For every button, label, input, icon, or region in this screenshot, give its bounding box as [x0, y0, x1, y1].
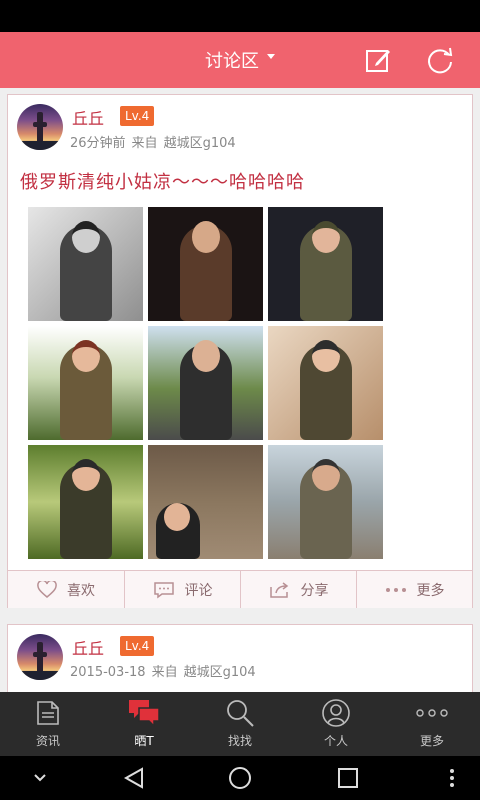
edit-icon[interactable] [362, 44, 394, 76]
post-image[interactable] [268, 207, 383, 321]
from-label: 来自 [151, 665, 178, 680]
share-button[interactable]: 分享 [240, 571, 356, 608]
nav-label: 找找 [227, 734, 252, 748]
heart-icon [37, 580, 57, 599]
level-badge: Lv.4 [120, 106, 155, 126]
post-image[interactable] [268, 326, 383, 440]
more-label: 更多 [416, 582, 445, 599]
collapse-icon[interactable] [28, 764, 52, 792]
post-time: 2015-03-18 [70, 665, 146, 680]
overflow-menu-icon[interactable] [444, 764, 460, 792]
post-card[interactable]: 丘丘 Lv.4 2015-03-18 来自 越城区g104 [7, 624, 473, 692]
share-icon [269, 581, 291, 599]
post-image[interactable] [268, 445, 383, 559]
post-time: 26分钟前 [70, 136, 126, 151]
comment-label: 评论 [184, 582, 213, 599]
page-title: 讨论区 [205, 51, 259, 72]
person-icon [321, 698, 351, 728]
avatar[interactable] [17, 104, 63, 150]
nav-item-profile[interactable]: 个人 [288, 692, 384, 756]
top-app-bar: 讨论区 [0, 32, 480, 88]
post-image[interactable] [28, 326, 143, 440]
search-icon [225, 698, 255, 728]
like-button[interactable]: 喜欢 [8, 571, 124, 608]
post-location: 越城区g104 [163, 136, 236, 151]
post-image[interactable] [148, 445, 263, 559]
post-title[interactable]: 俄罗斯清纯小姑凉～～～哈哈哈哈 [20, 168, 305, 194]
recents-icon[interactable] [334, 764, 362, 792]
post-image[interactable] [28, 445, 143, 559]
home-icon[interactable] [226, 764, 254, 792]
bottom-navigation: 资讯 晒T 找找 个人 更多 [0, 692, 480, 756]
forum-selector[interactable]: 讨论区 [0, 32, 480, 88]
dropdown-caret-icon [267, 53, 275, 59]
more-dots-icon [385, 586, 407, 594]
nav-label: 更多 [419, 734, 444, 748]
post-meta: 2015-03-18 来自 越城区g104 [70, 661, 262, 680]
comment-button[interactable]: 评论 [124, 571, 240, 608]
more-dots-icon [416, 698, 448, 728]
system-navigation-bar [0, 756, 480, 800]
nav-label: 个人 [323, 734, 348, 748]
refresh-icon[interactable] [424, 44, 456, 76]
post-image[interactable] [148, 326, 263, 440]
level-badge: Lv.4 [120, 636, 155, 656]
post-feed[interactable]: 丘丘 Lv.4 26分钟前 来自 越城区g104 俄罗斯清纯小姑凉～～～哈哈哈哈 喜… [0, 88, 480, 692]
nav-item-more[interactable]: 更多 [384, 692, 480, 756]
post-location: 越城区g104 [183, 665, 256, 680]
nav-label: 资讯 [35, 734, 60, 748]
nav-label: 晒T [134, 734, 154, 748]
post-action-bar: 喜欢 评论 分享 更多 [8, 570, 472, 608]
from-label: 来自 [131, 136, 158, 151]
chat-bubbles-icon [127, 698, 161, 728]
nav-item-search[interactable]: 找找 [192, 692, 288, 756]
back-icon[interactable] [120, 764, 148, 792]
post-image[interactable] [28, 207, 143, 321]
author-name[interactable]: 丘丘 [72, 635, 104, 659]
status-bar [0, 0, 480, 32]
nav-item-news[interactable]: 资讯 [0, 692, 96, 756]
like-label: 喜欢 [67, 582, 95, 599]
post-meta: 26分钟前 来自 越城区g104 [70, 132, 242, 151]
share-label: 分享 [300, 582, 329, 599]
post-card[interactable]: 丘丘 Lv.4 26分钟前 来自 越城区g104 俄罗斯清纯小姑凉～～～哈哈哈哈 喜… [7, 94, 473, 608]
post-image[interactable] [148, 207, 263, 321]
nav-item-show[interactable]: 晒T [96, 692, 192, 756]
author-name[interactable]: 丘丘 [72, 105, 104, 129]
comment-icon [153, 581, 175, 599]
image-grid [26, 207, 386, 559]
news-icon [35, 698, 61, 728]
avatar[interactable] [17, 634, 63, 680]
more-button[interactable]: 更多 [356, 571, 472, 608]
